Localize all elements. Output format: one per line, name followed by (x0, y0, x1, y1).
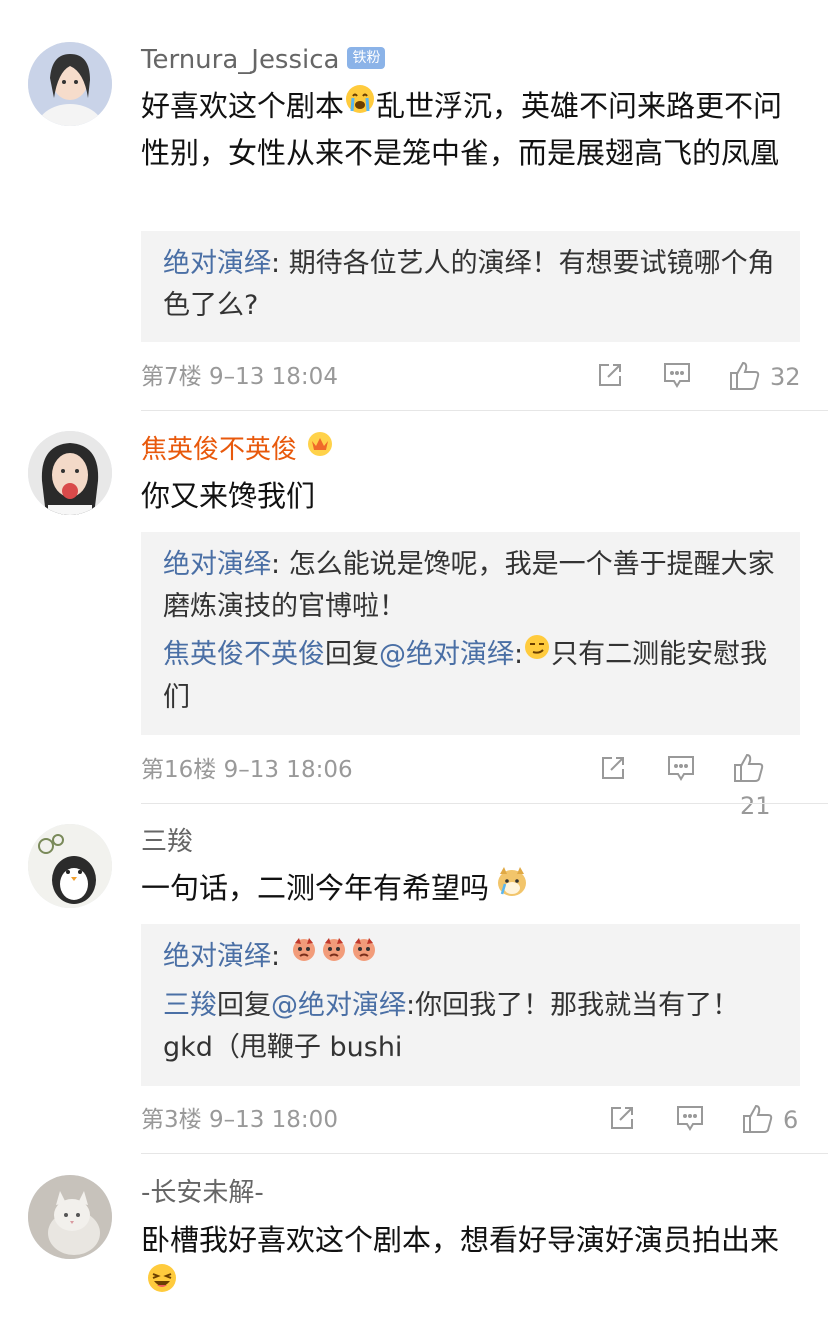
username-text[interactable]: 焦英俊不英俊 (141, 435, 297, 465)
username[interactable]: 焦英俊不英俊 (141, 432, 335, 469)
comment-text-part: 你又来馋我们 (141, 479, 316, 513)
comment-text: 你又来馋我们 (141, 474, 801, 519)
reply-separator: : (514, 639, 524, 670)
reply-item: 焦英俊不英俊回复@绝对演绎: 只有二测能安慰我们 (163, 634, 778, 719)
comment-meta: 第7楼 9–13 18:04 32 (141, 359, 801, 395)
avatar[interactable] (28, 431, 112, 515)
comment-text: 好喜欢这个剧本 乱世浮沉，英雄不问来路更不问性别，女性从来不是笼中雀，而是展翅高飞… (141, 84, 801, 176)
vip-crown-icon (305, 429, 335, 466)
avatar[interactable] (28, 824, 112, 908)
like-icon (743, 1104, 773, 1133)
share-icon[interactable] (608, 1104, 636, 1143)
username[interactable]: Ternura_Jessica 铁粉 (141, 43, 386, 77)
comment-meta: 第3楼 9–13 18:00 6 (141, 1102, 801, 1138)
reply-author-link[interactable]: 焦英俊不英俊 (163, 639, 325, 670)
comment-text: 一句话，二测今年有希望吗 (141, 866, 801, 914)
username-text[interactable]: 三羧 (141, 827, 193, 857)
like-button[interactable]: 21 (732, 752, 801, 825)
reply-word: 回复 (217, 989, 271, 1021)
comment-text-part: 一句话，二测今年有希望吗 (141, 871, 490, 905)
comment-text: 卧槽我好喜欢这个剧本，想看好导演好演员拍出来 (141, 1218, 801, 1311)
floor-time: 第16楼 9–13 18:06 (141, 752, 353, 788)
floor-number: 第3楼 (141, 1107, 202, 1133)
reply-item: 绝对演绎: 期待各位艺人的演绎！有想要试镜哪个角色了么? (163, 243, 778, 327)
mention-link[interactable]: @绝对演绎 (379, 639, 514, 670)
reply-word: 回复 (325, 639, 379, 670)
like-button[interactable]: 6 (741, 1102, 798, 1139)
like-button[interactable]: 32 (728, 359, 801, 396)
comment-meta: 第16楼 9–13 18:06 21 (141, 752, 801, 820)
comment-text-part: 好喜欢这个剧本 (141, 89, 345, 123)
reply-author-link[interactable]: 绝对演绎 (163, 549, 271, 580)
like-icon (734, 753, 764, 782)
floor-number: 第16楼 (141, 757, 217, 783)
like-count: 6 (783, 1106, 799, 1134)
like-count: 32 (770, 363, 801, 391)
reply-box[interactable]: 绝对演绎: 怎么能说是馋呢，我是一个善于提醒大家磨炼演技的官博啦！ 焦英俊不英俊… (141, 532, 800, 735)
reply-separator: : (271, 248, 289, 279)
reply-author-link[interactable]: 绝对演绎 (163, 248, 271, 279)
angry-emoji-icon (319, 934, 349, 976)
smirk-emoji-icon (523, 632, 551, 674)
reply-item: 绝对演绎: (163, 936, 778, 979)
divider (141, 410, 828, 411)
floor-time: 第7楼 9–13 18:04 (141, 359, 338, 395)
floor-time: 第3楼 9–13 18:00 (141, 1102, 338, 1138)
comment-text-part: 卧槽我好喜欢这个剧本，想看好导演好演员拍出来 (141, 1223, 780, 1257)
angry-emoji-icon (349, 934, 379, 976)
username-text[interactable]: Ternura_Jessica (141, 45, 339, 75)
timestamp: 9–13 18:00 (208, 1107, 338, 1133)
angry-emoji-icon (289, 934, 319, 976)
avatar[interactable] (28, 1175, 112, 1259)
reply-separator: : (271, 549, 289, 580)
share-icon[interactable] (599, 754, 627, 793)
doge-emoji-icon (495, 864, 529, 911)
reply-box[interactable]: 绝对演绎: 三羧回复@绝对演绎:你回我了！那我就当有了！gkd（甩鞭子 bush… (141, 924, 800, 1086)
reply-separator: : (406, 989, 416, 1021)
reply-author-link[interactable]: 绝对演绎 (163, 941, 271, 972)
timestamp: 9–13 18:06 (223, 757, 353, 783)
comment-icon[interactable] (666, 754, 696, 793)
like-count: 21 (740, 792, 771, 820)
reply-author-link[interactable]: 三羧 (163, 990, 217, 1021)
share-icon[interactable] (596, 361, 624, 400)
username-text[interactable]: -长安未解- (141, 1178, 264, 1208)
reply-item: 绝对演绎: 怎么能说是馋呢，我是一个善于提醒大家磨炼演技的官博啦！ (163, 544, 778, 628)
reply-item: 三羧回复@绝对演绎:你回我了！那我就当有了！gkd（甩鞭子 bushi (163, 985, 778, 1069)
like-icon (730, 361, 760, 390)
laugh-cry-emoji-icon (145, 1261, 179, 1308)
comment-icon[interactable] (662, 361, 692, 400)
reply-box[interactable]: 绝对演绎: 期待各位艺人的演绎！有想要试镜哪个角色了么? (141, 231, 800, 342)
comment-icon[interactable] (675, 1104, 705, 1143)
divider (141, 803, 828, 804)
timestamp: 9–13 18:04 (208, 364, 338, 390)
fan-badge: 铁粉 (347, 46, 386, 69)
mention-link[interactable]: @绝对演绎 (271, 990, 406, 1021)
divider (141, 1153, 828, 1154)
username[interactable]: -长安未解- (141, 1176, 264, 1210)
avatar[interactable] (28, 42, 112, 126)
reply-separator: : (271, 941, 289, 972)
crying-emoji-icon (344, 83, 376, 128)
username[interactable]: 三羧 (141, 825, 193, 859)
floor-number: 第7楼 (141, 364, 202, 390)
